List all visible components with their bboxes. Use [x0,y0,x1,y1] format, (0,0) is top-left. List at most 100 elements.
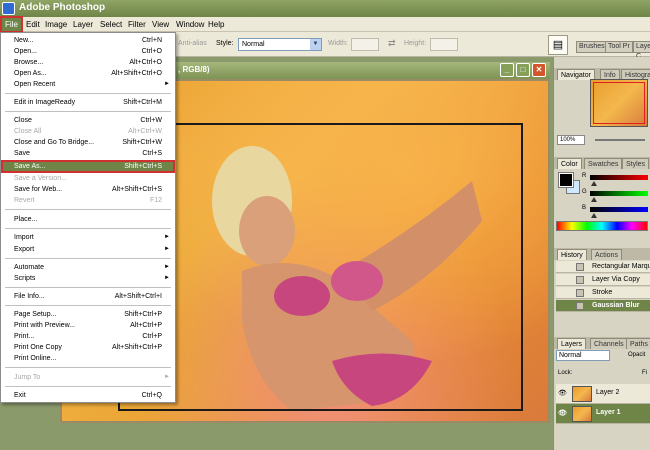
swap-icon[interactable]: ⇄ [388,38,396,49]
menu-separator [5,305,171,306]
zoom-row: 100% [555,135,650,145]
submenu-arrow-icon: ► [164,234,170,240]
menu-separator [5,228,171,229]
layer-row[interactable]: 👁 Layer 2 [556,384,650,404]
lock-label: Lock: [558,370,573,376]
width-input[interactable] [351,38,379,51]
menu-item-open-as[interactable]: Open As... Alt+Shift+Ctrl+O [2,68,174,79]
menu-item-scripts[interactable]: Scripts ► [2,273,174,284]
menu-item-new[interactable]: New... Ctrl+N [2,35,174,46]
green-slider[interactable] [590,191,648,196]
tab-history[interactable]: History [557,249,587,260]
style-label: Style: [216,40,234,47]
history-state-icon [576,289,584,297]
tab-actions[interactable]: Actions [591,249,622,260]
tab-paths[interactable]: Paths [626,338,650,349]
tab-color[interactable]: Color [557,158,582,169]
width-label: Width: [328,40,348,47]
close-icon[interactable]: ✕ [532,63,546,77]
blue-slider-handle-icon[interactable] [591,213,597,218]
menu-edit[interactable]: Edit [23,18,43,31]
submenu-arrow-icon: ► [164,264,170,270]
menu-item-export[interactable]: Export ► [2,244,174,255]
color-spectrum-ramp[interactable] [556,221,648,231]
menu-separator [5,287,171,288]
menu-item-print-online[interactable]: Print Online... [2,353,174,364]
foreground-color-swatch[interactable] [558,172,574,188]
maximize-icon[interactable]: □ [516,63,530,77]
menu-image[interactable]: Image [42,18,70,31]
menu-filter[interactable]: Filter [125,18,149,31]
menu-item-open-recent[interactable]: Open Recent ► [2,79,174,90]
navigator-view-box[interactable] [593,82,645,124]
history-state-icon [576,302,584,310]
green-slider-handle-icon[interactable] [591,197,597,202]
menu-item-automate[interactable]: Automate ► [2,262,174,273]
color-tabs: Color Swatches Styles [554,157,650,169]
eye-icon[interactable]: 👁 [558,410,568,418]
menu-separator [5,111,171,112]
stroke-border [118,123,523,411]
menu-separator [5,367,171,368]
menu-item-page-setup[interactable]: Page Setup... Shift+Ctrl+P [2,309,174,320]
menu-help[interactable]: Help [205,18,227,31]
menu-item-close[interactable]: Close Ctrl+W [2,115,174,126]
eye-icon[interactable]: 👁 [558,390,568,398]
submenu-arrow-icon: ► [164,246,170,252]
menu-item-jump-to: Jump To ► [14,374,170,381]
menu-item-file-info[interactable]: File Info... Alt+Shift+Ctrl+I [2,291,174,302]
layer-thumbnail [572,406,592,422]
menu-item-revert: Revert F12 [14,197,162,204]
history-item[interactable]: Rectangular Marque [556,261,650,273]
menu-file[interactable]: File [0,16,23,33]
menu-item-import[interactable]: Import ► [2,232,174,243]
menu-separator [5,93,171,94]
menu-item-save-as[interactable]: Save As... Shift+Ctrl+S [1,160,175,173]
menu-item-place[interactable]: Place... [2,214,174,225]
app-title: Adobe Photoshop [19,2,106,13]
zoom-slider[interactable] [595,139,645,141]
navigator-thumbnail[interactable] [590,79,648,127]
palette-well-icon[interactable]: ▤ [548,35,568,55]
menu-item-save-for-web[interactable]: Save for Web... Alt+Shift+Ctrl+S [2,184,174,195]
menu-bar: File Edit Image Layer Select Filter View… [0,16,650,33]
history-item[interactable]: Stroke [556,287,650,299]
menu-item-browse[interactable]: Browse... Alt+Ctrl+O [2,57,174,68]
well-tab-tool-presets[interactable]: Tool Pr [605,41,633,53]
menu-item-edit-in-imageready[interactable]: Edit in ImageReady Shift+Ctrl+M [2,97,174,108]
menu-view[interactable]: View [149,18,172,31]
menu-item-open[interactable]: Open... Ctrl+O [2,46,174,57]
menu-layer[interactable]: Layer [70,18,96,31]
menu-item-print[interactable]: Print... Ctrl+P [2,331,174,342]
tab-layers[interactable]: Layers [557,338,587,349]
menu-select[interactable]: Select [97,18,125,31]
layers-tabs: Layers Channels Paths [554,337,650,349]
menu-separator [5,386,171,387]
zoom-field[interactable]: 100% [557,135,585,145]
menu-item-close-go-to-bridge[interactable]: Close and Go To Bridge... Shift+Ctrl+W [2,137,174,148]
tab-styles[interactable]: Styles [622,158,650,169]
layer-thumbnail [572,386,592,402]
well-tab-layer-comps[interactable]: Layer C [633,41,650,60]
history-item[interactable]: Layer Via Copy [556,274,650,286]
menu-item-print-with-preview[interactable]: Print with Preview... Alt+Ctrl+P [2,320,174,331]
b-label: B [582,205,587,211]
menu-item-exit[interactable]: Exit Ctrl+Q [2,390,174,401]
menu-window[interactable]: Window [173,18,207,31]
red-slider-handle-icon[interactable] [591,181,597,186]
blue-slider[interactable] [590,207,648,212]
well-tab-brushes[interactable]: Brushes [576,41,608,53]
height-input[interactable] [430,38,458,51]
tab-channels[interactable]: Channels [590,338,628,349]
style-select[interactable]: Normal ▼ [238,38,322,51]
menu-separator [5,258,171,259]
blend-mode-select[interactable]: Normal [556,350,610,361]
tab-swatches[interactable]: Swatches [584,158,623,169]
menu-item-save[interactable]: Save Ctrl+S [2,148,174,159]
history-item-selected[interactable]: Gaussian Blur [556,300,650,312]
fill-label: Fi [642,370,647,376]
menu-item-print-one-copy[interactable]: Print One Copy Alt+Shift+Ctrl+P [2,342,174,353]
layer-row-selected[interactable]: 👁 Layer 1 [556,404,650,424]
red-slider[interactable] [590,175,648,180]
minimize-icon[interactable]: _ [500,63,514,77]
